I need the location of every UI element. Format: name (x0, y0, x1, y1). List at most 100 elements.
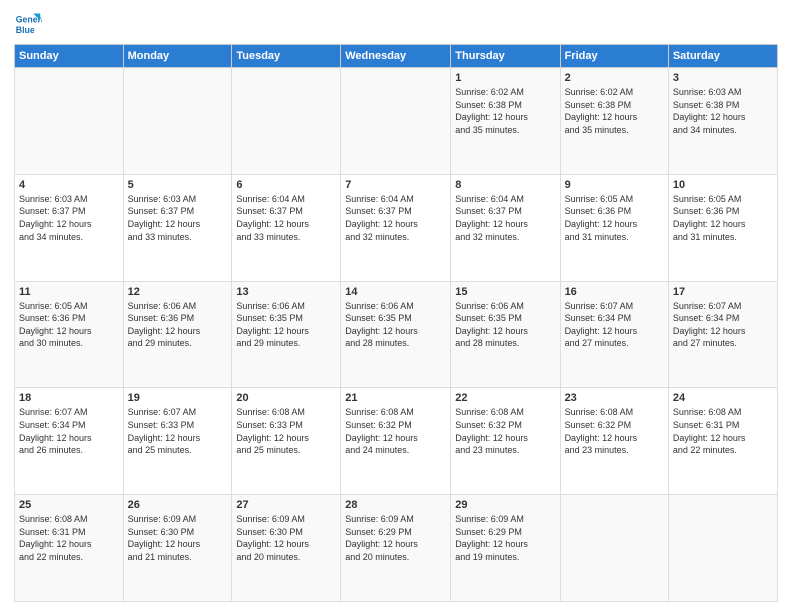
day-info: Sunrise: 6:06 AM Sunset: 6:35 PM Dayligh… (455, 300, 555, 350)
day-number: 25 (19, 499, 119, 511)
svg-text:Blue: Blue (16, 25, 35, 35)
day-cell (123, 68, 232, 175)
day-cell: 4 Sunrise: 6:03 AM Sunset: 6:37 PM Daylig… (15, 174, 124, 281)
day-cell (341, 68, 451, 175)
day-cell: 24 Sunrise: 6:08 AM Sunset: 6:31 PM Dayli… (668, 388, 777, 495)
day-number: 13 (236, 286, 336, 298)
day-cell: 26Sunrise: 6:09 AM Sunset: 6:30 PM Dayli… (123, 495, 232, 602)
day-info: Sunrise: 6:09 AM Sunset: 6:29 PM Dayligh… (455, 513, 555, 563)
day-cell: 29Sunrise: 6:09 AM Sunset: 6:29 PM Dayli… (451, 495, 560, 602)
day-cell (15, 68, 124, 175)
day-cell: 14Sunrise: 6:06 AM Sunset: 6:35 PM Dayli… (341, 281, 451, 388)
day-number: 8 (455, 179, 555, 191)
day-number: 6 (236, 179, 336, 191)
day-number: 5 (128, 179, 228, 191)
day-cell: 25Sunrise: 6:08 AM Sunset: 6:31 PM Dayli… (15, 495, 124, 602)
day-number: 10 (673, 179, 773, 191)
day-cell: 17Sunrise: 6:07 AM Sunset: 6:34 PM Dayli… (668, 281, 777, 388)
day-info: Sunrise: 6:07 AM Sunset: 6:34 PM Dayligh… (565, 300, 664, 350)
day-cell (668, 495, 777, 602)
day-info: Sunrise: 6:07 AM Sunset: 6:34 PM Dayligh… (19, 406, 119, 456)
day-cell: 18 Sunrise: 6:07 AM Sunset: 6:34 PM Dayli… (15, 388, 124, 495)
day-number: 2 (565, 72, 664, 84)
day-number: 1 (455, 72, 555, 84)
logo: General Blue (14, 10, 46, 38)
day-info: Sunrise: 6:04 AM Sunset: 6:37 PM Dayligh… (236, 193, 336, 243)
week-row-5: 25Sunrise: 6:08 AM Sunset: 6:31 PM Dayli… (15, 495, 778, 602)
col-header-sunday: Sunday (15, 45, 124, 68)
day-cell: 15 Sunrise: 6:06 AM Sunset: 6:35 PM Dayli… (451, 281, 560, 388)
day-cell: 9 Sunrise: 6:05 AM Sunset: 6:36 PM Daylig… (560, 174, 668, 281)
day-cell: 5Sunrise: 6:03 AM Sunset: 6:37 PM Daylig… (123, 174, 232, 281)
day-number: 17 (673, 286, 773, 298)
day-number: 19 (128, 392, 228, 404)
day-cell (560, 495, 668, 602)
day-info: Sunrise: 6:08 AM Sunset: 6:32 PM Dayligh… (565, 406, 664, 456)
day-info: Sunrise: 6:06 AM Sunset: 6:35 PM Dayligh… (236, 300, 336, 350)
col-header-saturday: Saturday (668, 45, 777, 68)
day-info: Sunrise: 6:08 AM Sunset: 6:32 PM Dayligh… (455, 406, 555, 456)
day-number: 3 (673, 72, 773, 84)
col-header-wednesday: Wednesday (341, 45, 451, 68)
day-info: Sunrise: 6:02 AM Sunset: 6:38 PM Dayligh… (565, 86, 664, 136)
day-cell: 8 Sunrise: 6:04 AM Sunset: 6:37 PM Daylig… (451, 174, 560, 281)
day-number: 9 (565, 179, 664, 191)
week-row-1: 1 Sunrise: 6:02 AM Sunset: 6:38 PM Daylig… (15, 68, 778, 175)
day-info: Sunrise: 6:05 AM Sunset: 6:36 PM Dayligh… (673, 193, 773, 243)
day-number: 15 (455, 286, 555, 298)
day-info: Sunrise: 6:09 AM Sunset: 6:30 PM Dayligh… (236, 513, 336, 563)
col-header-thursday: Thursday (451, 45, 560, 68)
day-info: Sunrise: 6:04 AM Sunset: 6:37 PM Dayligh… (455, 193, 555, 243)
header: General Blue (14, 10, 778, 38)
day-cell: 13 Sunrise: 6:06 AM Sunset: 6:35 PM Dayli… (232, 281, 341, 388)
day-cell: 12 Sunrise: 6:06 AM Sunset: 6:36 PM Dayli… (123, 281, 232, 388)
day-number: 12 (128, 286, 228, 298)
day-info: Sunrise: 6:04 AM Sunset: 6:37 PM Dayligh… (345, 193, 446, 243)
day-number: 21 (345, 392, 446, 404)
day-number: 16 (565, 286, 664, 298)
col-header-tuesday: Tuesday (232, 45, 341, 68)
day-cell (232, 68, 341, 175)
day-number: 27 (236, 499, 336, 511)
day-cell: 3 Sunrise: 6:03 AM Sunset: 6:38 PM Daylig… (668, 68, 777, 175)
day-cell: 1Sunrise: 6:02 AM Sunset: 6:38 PM Daylig… (451, 68, 560, 175)
page: General Blue SundayMondayTuesdayWednesda… (0, 0, 792, 612)
day-info: Sunrise: 6:08 AM Sunset: 6:32 PM Dayligh… (345, 406, 446, 456)
day-info: Sunrise: 6:06 AM Sunset: 6:35 PM Dayligh… (345, 300, 446, 350)
day-number: 23 (565, 392, 664, 404)
day-cell: 7Sunrise: 6:04 AM Sunset: 6:37 PM Daylig… (341, 174, 451, 281)
day-cell: 2 Sunrise: 6:02 AM Sunset: 6:38 PM Daylig… (560, 68, 668, 175)
day-number: 4 (19, 179, 119, 191)
day-number: 18 (19, 392, 119, 404)
col-header-friday: Friday (560, 45, 668, 68)
day-cell: 11 Sunrise: 6:05 AM Sunset: 6:36 PM Dayli… (15, 281, 124, 388)
day-info: Sunrise: 6:08 AM Sunset: 6:33 PM Dayligh… (236, 406, 336, 456)
day-number: 24 (673, 392, 773, 404)
col-header-monday: Monday (123, 45, 232, 68)
day-cell: 16 Sunrise: 6:07 AM Sunset: 6:34 PM Dayli… (560, 281, 668, 388)
day-cell: 20 Sunrise: 6:08 AM Sunset: 6:33 PM Dayli… (232, 388, 341, 495)
day-cell: 23 Sunrise: 6:08 AM Sunset: 6:32 PM Dayli… (560, 388, 668, 495)
day-info: Sunrise: 6:09 AM Sunset: 6:30 PM Dayligh… (128, 513, 228, 563)
day-cell: 6 Sunrise: 6:04 AM Sunset: 6:37 PM Daylig… (232, 174, 341, 281)
day-number: 22 (455, 392, 555, 404)
day-info: Sunrise: 6:03 AM Sunset: 6:38 PM Dayligh… (673, 86, 773, 136)
day-info: Sunrise: 6:05 AM Sunset: 6:36 PM Dayligh… (19, 300, 119, 350)
day-info: Sunrise: 6:06 AM Sunset: 6:36 PM Dayligh… (128, 300, 228, 350)
day-cell: 10 Sunrise: 6:05 AM Sunset: 6:36 PM Dayli… (668, 174, 777, 281)
week-row-3: 11 Sunrise: 6:05 AM Sunset: 6:36 PM Dayli… (15, 281, 778, 388)
day-cell: 28Sunrise: 6:09 AM Sunset: 6:29 PM Dayli… (341, 495, 451, 602)
day-cell: 27 Sunrise: 6:09 AM Sunset: 6:30 PM Dayli… (232, 495, 341, 602)
day-cell: 22 Sunrise: 6:08 AM Sunset: 6:32 PM Dayli… (451, 388, 560, 495)
day-info: Sunrise: 6:08 AM Sunset: 6:31 PM Dayligh… (673, 406, 773, 456)
day-info: Sunrise: 6:03 AM Sunset: 6:37 PM Dayligh… (19, 193, 119, 243)
day-info: Sunrise: 6:07 AM Sunset: 6:33 PM Dayligh… (128, 406, 228, 456)
day-info: Sunrise: 6:05 AM Sunset: 6:36 PM Dayligh… (565, 193, 664, 243)
logo-icon: General Blue (14, 10, 42, 38)
day-cell: 19 Sunrise: 6:07 AM Sunset: 6:33 PM Dayli… (123, 388, 232, 495)
day-number: 11 (19, 286, 119, 298)
day-cell: 21 Sunrise: 6:08 AM Sunset: 6:32 PM Dayli… (341, 388, 451, 495)
calendar-table: SundayMondayTuesdayWednesdayThursdayFrid… (14, 44, 778, 602)
day-number: 20 (236, 392, 336, 404)
header-row: SundayMondayTuesdayWednesdayThursdayFrid… (15, 45, 778, 68)
